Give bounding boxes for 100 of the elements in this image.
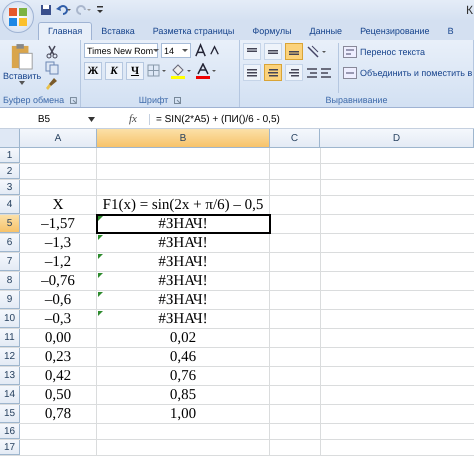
dropdown-icon[interactable] (96, 5, 104, 15)
group-label: Шрифт (138, 95, 168, 105)
table-cell: 0,76 (97, 367, 270, 385)
save-icon[interactable] (40, 4, 52, 16)
table-cell: #ЗНАЧ! (97, 291, 270, 309)
ribbon-tab[interactable]: Формулы (243, 23, 301, 40)
align-lines-icon (289, 51, 299, 55)
table-cell: X (52, 196, 64, 214)
table-cell: #ЗНАЧ! (97, 253, 270, 271)
ribbon-tab[interactable]: Вставка (92, 23, 144, 40)
table-cell: 0,46 (97, 348, 270, 366)
column-header[interactable]: A (20, 129, 97, 148)
table-cell: #ЗНАЧ! (97, 310, 270, 328)
row-header[interactable]: 3 (0, 180, 20, 195)
paste-button[interactable]: Вставить (3, 43, 42, 93)
row-header[interactable]: 10 (0, 310, 20, 328)
table-cell: –1,2 (44, 254, 72, 270)
align-lines-icon (267, 68, 279, 78)
row-header[interactable]: 7 (0, 253, 20, 271)
align-lines-icon (246, 68, 258, 78)
indent-icon[interactable] (306, 66, 334, 78)
wrap-text-button[interactable]: Перенос текста (343, 43, 472, 60)
underline-button[interactable]: Ч (126, 62, 144, 80)
table-cell: F1(x) = sin(2x + π/6) – 0,5 (97, 196, 270, 214)
row-header[interactable]: 6 (0, 234, 20, 252)
ribbon-tab[interactable]: Разметка страницы (144, 23, 244, 40)
window-title: К (466, 3, 474, 17)
table-cell: #ЗНАЧ! (97, 234, 270, 252)
text-angle-icon[interactable] (306, 44, 328, 58)
table-cell: –0,3 (44, 310, 72, 328)
dialog-launcher-icon[interactable] (70, 96, 77, 104)
align-lines-icon (288, 68, 300, 78)
horizontal-align-button[interactable] (243, 64, 261, 81)
column-header[interactable]: B (97, 129, 270, 148)
table-cell: 0,85 (97, 386, 270, 404)
table-cell: –1,57 (41, 216, 75, 232)
row-header[interactable]: 2 (0, 164, 20, 179)
table-cell: 1,00 (97, 405, 270, 423)
error-indicator-icon (98, 292, 103, 297)
bold-button[interactable]: Ж (84, 62, 102, 80)
error-indicator-icon (98, 273, 103, 278)
office-button[interactable] (2, 1, 34, 33)
row-header[interactable]: 13 (0, 367, 20, 385)
align-lines-icon (268, 50, 278, 54)
font-size-field[interactable]: 14 (161, 43, 191, 58)
name-box[interactable]: B5 (0, 114, 88, 124)
row-header[interactable]: 5 (0, 215, 20, 233)
merge-center-button[interactable]: Объединить и поместить в (343, 64, 472, 81)
ribbon-tab[interactable]: Главная (38, 22, 92, 40)
row-header[interactable]: 17 (0, 440, 20, 455)
vertical-align-button[interactable] (264, 43, 282, 60)
error-indicator-icon (98, 235, 103, 240)
group-label: Буфер обмена (3, 95, 64, 105)
row-header[interactable]: 11 (0, 329, 20, 347)
row-header[interactable]: 8 (0, 272, 20, 290)
row-header[interactable]: 12 (0, 348, 20, 366)
table-cell: #ЗНАЧ! (97, 215, 270, 233)
row-header[interactable]: 9 (0, 291, 20, 309)
fill-color-icon[interactable] (170, 63, 192, 79)
ribbon-tab[interactable]: В (438, 23, 463, 40)
error-indicator-icon (98, 311, 103, 316)
vertical-align-button[interactable] (285, 43, 303, 60)
table-cell: #ЗНАЧ! (97, 272, 270, 290)
horizontal-align-button[interactable] (264, 64, 282, 81)
table-cell: 0,02 (97, 329, 270, 347)
row-header[interactable]: 4 (0, 196, 20, 214)
row-header[interactable]: 15 (0, 405, 20, 423)
table-cell: 0,23 (44, 348, 72, 366)
dialog-launcher-icon[interactable] (174, 96, 182, 104)
row-header[interactable]: 14 (0, 386, 20, 404)
table-cell: 0,50 (44, 386, 72, 404)
table-cell: 0,00 (44, 330, 72, 346)
wrap-text-icon (343, 46, 357, 58)
table-cell: 0,42 (44, 368, 72, 384)
scissors-icon[interactable] (45, 45, 60, 59)
row-header[interactable]: 16 (0, 424, 20, 439)
column-header[interactable]: C (270, 129, 320, 148)
font-color-icon[interactable] (195, 63, 217, 79)
group-label: Выравнивание (326, 95, 388, 105)
insert-function-button[interactable]: fx (129, 113, 145, 125)
dropdown-icon[interactable] (88, 116, 95, 122)
table-cell: –0,76 (41, 272, 75, 290)
brush-icon[interactable] (45, 77, 60, 91)
row-header[interactable]: 1 (0, 148, 20, 163)
table-cell: –1,3 (44, 234, 72, 252)
column-header[interactable]: D (320, 129, 474, 148)
italic-button[interactable]: К (105, 62, 123, 80)
caret-icon (19, 81, 26, 85)
merge-cells-icon (343, 66, 357, 78)
error-indicator-icon (98, 254, 103, 259)
ribbon-tab[interactable]: Данные (300, 23, 352, 40)
undo-icon[interactable] (56, 4, 72, 16)
formula-field[interactable]: = SIN(2*A5) + (ПИ()/6 - 0,5) (149, 114, 280, 124)
error-indicator-icon (98, 216, 103, 221)
horizontal-align-button[interactable] (285, 64, 303, 81)
ribbon-tab[interactable]: Рецензирование (351, 23, 439, 40)
vertical-align-button[interactable] (243, 43, 261, 60)
font-name-field[interactable]: Times New Rom (84, 43, 158, 58)
logo-icon (9, 8, 27, 26)
clipboard-icon (10, 43, 34, 71)
